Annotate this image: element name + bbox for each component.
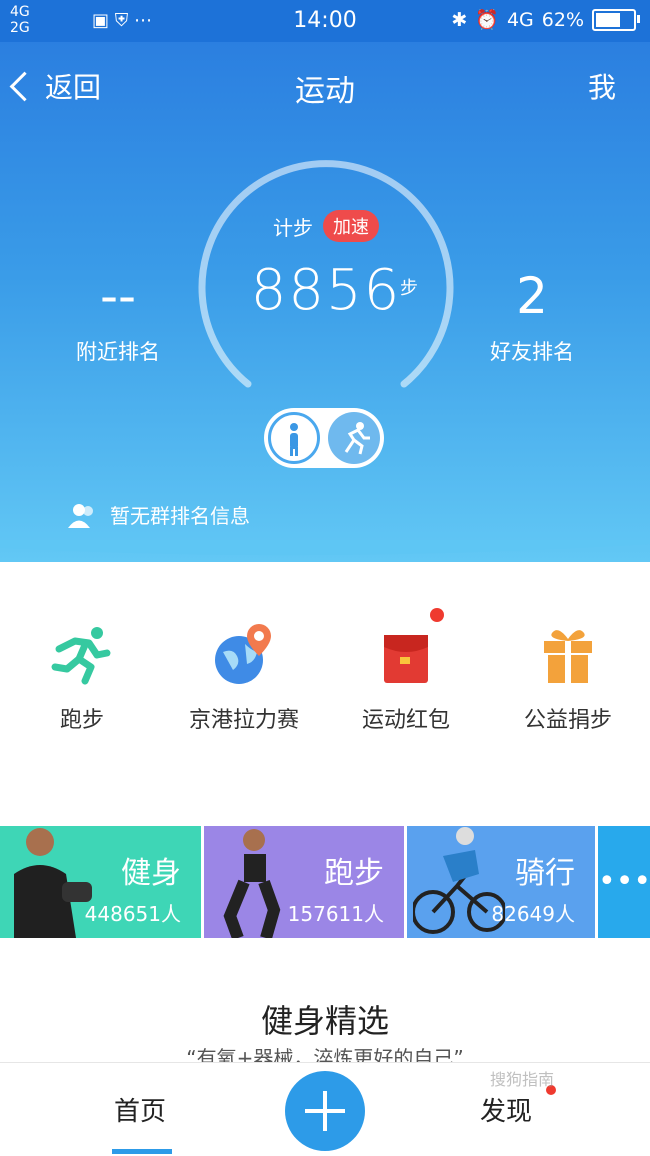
card-running[interactable]: 跑步 157611人	[204, 826, 404, 938]
pedometer-label: 计步	[273, 215, 313, 240]
feature-rally[interactable]: 京港拉力赛	[164, 620, 324, 734]
group-rank-info[interactable]: 暂无群排名信息	[68, 500, 250, 529]
hero-panel: 返回 运动 我 计步 加速 8856 步 -- 附近排名 2 好友排名 暂无群排…	[0, 42, 650, 562]
nearby-rank-label: 附近排名	[76, 340, 160, 364]
card-count: 157611人	[287, 902, 384, 926]
active-tab-indicator	[112, 1149, 172, 1154]
running-icon	[51, 627, 111, 685]
running-mode-icon[interactable]	[328, 412, 380, 464]
alarm-icon: ⏰	[475, 9, 499, 31]
feature-label: 公益捐步	[523, 708, 612, 733]
section-title: 健身精选	[260, 1002, 389, 1040]
friend-rank[interactable]: 2 好友排名	[452, 266, 612, 366]
mode-toggle[interactable]	[264, 408, 384, 468]
friend-rank-value: 2	[516, 267, 548, 325]
feature-label: 跑步	[59, 708, 104, 733]
feature-running[interactable]: 跑步	[2, 620, 162, 734]
globe-pin-icon	[215, 624, 271, 684]
feature-label: 运动红包	[361, 708, 450, 733]
battery-percent: 62%	[541, 8, 584, 31]
page-title: 运动	[295, 74, 355, 109]
status-bar: 4G 2G ▣ ⛨ ⋯ 14:00 ✱ ⏰ 4G 62%	[0, 0, 650, 42]
tab-discover[interactable]: 发现	[480, 1091, 532, 1128]
feature-row: 跑步 京港拉力赛 运动红包 公益捐步	[0, 608, 650, 740]
bluetooth-icon: ✱	[451, 8, 468, 31]
card-cycling[interactable]: 骑行 82649人	[407, 826, 595, 938]
friend-rank-label: 好友排名	[490, 340, 574, 364]
gift-icon	[544, 630, 592, 683]
tab-home[interactable]: 首页	[114, 1091, 166, 1128]
category-cards: 健身 448651人 跑步 157611人 骑行 82649人 •••	[0, 826, 650, 938]
red-envelope-icon	[384, 635, 428, 683]
network-4g-right: 4G	[506, 8, 534, 31]
card-title: 健身	[121, 856, 181, 891]
card-count: 448651人	[84, 902, 181, 926]
walking-icon[interactable]	[268, 412, 320, 464]
step-unit: 步	[400, 278, 418, 299]
status-right: ✱ ⏰ 4G 62%	[451, 8, 640, 31]
feature-red-envelope[interactable]: 运动红包	[326, 608, 486, 734]
watermark: 搜狗指南	[490, 1070, 555, 1089]
card-count: 82649人	[491, 902, 575, 926]
group-icon	[68, 503, 93, 528]
step-count: 8856	[250, 258, 402, 323]
me-button[interactable]: 我	[588, 66, 616, 106]
speedup-badge[interactable]: 加速	[323, 210, 379, 242]
card-title: 跑步	[324, 856, 384, 891]
card-fitness[interactable]: 健身 448651人	[0, 826, 201, 938]
card-title: 骑行	[515, 856, 575, 891]
runner-image	[223, 829, 281, 938]
group-info-text: 暂无群排名信息	[110, 504, 250, 528]
nav-bar: 返回 运动 我	[0, 42, 650, 132]
feature-label: 京港拉力赛	[188, 708, 299, 733]
fitness-person-image	[14, 828, 92, 938]
nearby-rank-value: --	[99, 267, 137, 325]
notification-dot	[430, 608, 444, 622]
nearby-rank[interactable]: -- 附近排名	[38, 266, 198, 366]
feature-donate[interactable]: 公益捐步	[488, 620, 648, 734]
more-categories-button[interactable]: •••	[598, 826, 650, 938]
add-button[interactable]	[285, 1071, 365, 1151]
hero-wave	[0, 540, 650, 556]
battery-icon	[592, 8, 640, 31]
